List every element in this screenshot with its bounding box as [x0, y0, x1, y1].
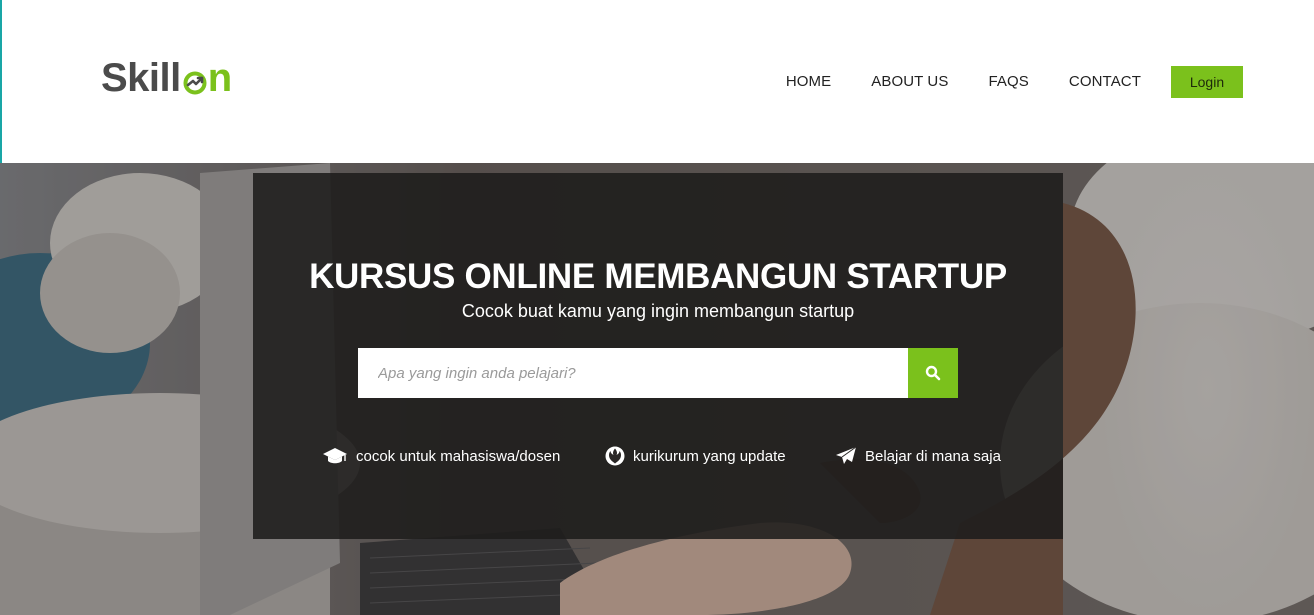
course-search	[358, 348, 958, 398]
search-button[interactable]	[908, 348, 958, 398]
nav-about-us[interactable]: ABOUT US	[871, 66, 948, 98]
logo-text-suffix: n	[207, 56, 233, 100]
site-header: Skill n HOME ABOUT US FAQS CONTACT Login	[0, 0, 1314, 163]
nav-home[interactable]: HOME	[786, 66, 831, 98]
skillon-logo[interactable]: Skill n	[101, 56, 232, 100]
feature-label: cocok untuk mahasiswa/dosen	[356, 447, 561, 465]
search-input[interactable]	[358, 348, 908, 398]
nav-contact[interactable]: CONTACT	[1069, 66, 1141, 98]
search-icon	[925, 365, 941, 381]
hero-subtitle: Cocok buat kamu yang ingin membangun sta…	[461, 301, 855, 321]
window-edge	[0, 0, 2, 163]
feature-item: Belajar di mana saja	[835, 443, 1001, 469]
feature-item: cocok untuk mahasiswa/dosen	[322, 443, 560, 469]
hero-title: KURSUS ONLINE MEMBANGUN STARTUP	[309, 257, 1007, 296]
logo-text: Skill	[101, 56, 181, 100]
graduation-cap-icon	[323, 448, 347, 464]
hero-panel: KURSUS ONLINE MEMBANGUN STARTUP Cocok bu…	[253, 173, 1063, 539]
login-button[interactable]: Login	[1171, 66, 1243, 98]
paper-plane-icon	[836, 446, 857, 464]
hero-section: KURSUS ONLINE MEMBANGUN STARTUP Cocok bu…	[0, 163, 1314, 615]
nav-faqs[interactable]: FAQS	[988, 66, 1028, 98]
feature-label: kurikurum yang update	[633, 447, 786, 465]
feature-label: Belajar di mana saja	[865, 447, 1001, 465]
feature-item: kurikurum yang update	[605, 443, 786, 469]
rebel-alliance-icon	[605, 446, 625, 466]
main-nav: HOME ABOUT US FAQS CONTACT Login	[786, 66, 1243, 98]
feature-list: cocok untuk mahasiswa/dosen kurikurum ya…	[253, 443, 1063, 469]
logo-o-icon	[183, 71, 207, 94]
page: Skill n HOME ABOUT US FAQS CONTACT Login	[0, 0, 1314, 615]
